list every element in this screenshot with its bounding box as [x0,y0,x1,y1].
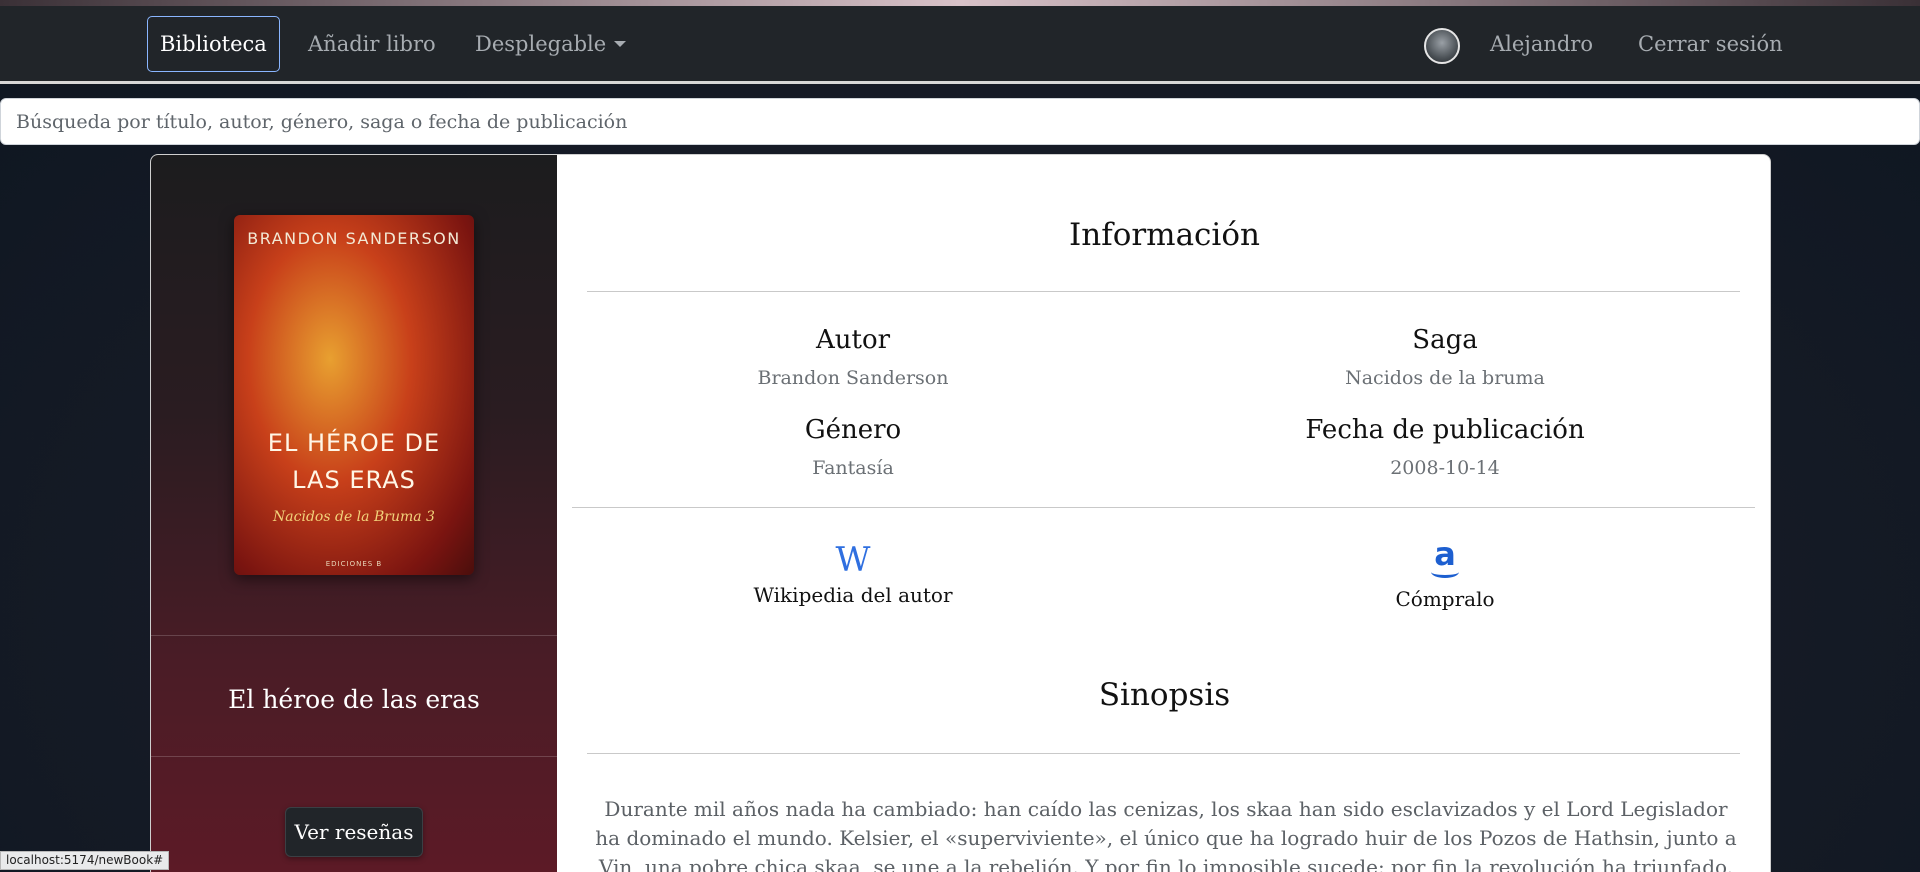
dropdown-label: Desplegable [475,32,607,56]
genre-field: Género Fantasía [557,415,1149,479]
cover-title: EL HÉROE DE LAS ERAS [234,425,474,499]
search-input[interactable] [0,98,1920,145]
saga-value: Nacidos de la bruma [1345,367,1545,389]
info-divider [587,291,1740,292]
synopsis-heading: Sinopsis [1098,677,1231,713]
cover-subtitle: Nacidos de la Bruma 3 [273,509,435,525]
saga-label: Saga [1412,325,1478,355]
top-navbar: Biblioteca Añadir libro Desplegable Alej… [0,6,1920,84]
nav-desplegable-dropdown[interactable]: Desplegable [463,16,638,72]
book-cover-image: BRANDON SANDERSON EL HÉROE DE LAS ERAS N… [234,215,474,575]
author-wikipedia-link[interactable]: W Wikipedia del autor [557,541,1149,607]
amazon-smile-icon [1431,566,1459,578]
caret-down-icon [614,41,627,47]
author-label: Autor [815,325,891,355]
links-divider [572,507,1755,508]
side-divider [151,756,557,757]
nav-biblioteca[interactable]: Biblioteca [147,16,280,72]
genre-value: Fantasía [812,457,894,479]
publication-date-value: 2008-10-14 [1390,457,1500,479]
side-divider [151,635,557,636]
info-heading: Información [1069,217,1260,253]
status-bar-url: localhost:5174/newBook# [0,851,170,870]
see-reviews-button[interactable]: Ver reseñas [285,807,423,857]
cover-publisher: EDICIONES B [325,560,383,568]
cover-author: BRANDON SANDERSON [247,229,461,248]
book-card: BRANDON SANDERSON EL HÉROE DE LAS ERAS N… [150,154,1771,872]
nav-anadir-libro[interactable]: Añadir libro [296,16,448,72]
cover-title-line1: EL HÉROE DE [267,429,441,457]
author-value: Brandon Sanderson [757,367,949,389]
synopsis-text: Durante mil años nada ha cambiado: han c… [595,797,1737,872]
synopsis-divider [587,753,1740,754]
saga-field: Saga Nacidos de la bruma [1149,325,1741,389]
publication-date-field: Fecha de publicación 2008-10-14 [1149,415,1741,479]
buy-amazon-link[interactable]: a Cómpralo [1149,535,1741,611]
wikipedia-label: Wikipedia del autor [753,583,953,607]
publication-date-label: Fecha de publicación [1305,415,1585,445]
buy-label: Cómpralo [1395,587,1495,611]
author-field: Autor Brandon Sanderson [557,325,1149,389]
cover-title-line2: LAS ERAS [292,466,416,494]
wikipedia-icon: W [835,540,871,580]
amazon-icon: a [1425,535,1465,579]
book-side-panel: BRANDON SANDERSON EL HÉROE DE LAS ERAS N… [151,155,557,872]
user-name-link[interactable]: Alejandro [1478,16,1605,72]
genre-label: Género [804,415,902,445]
book-info-panel: Información Autor Brandon Sanderson Saga… [557,155,1770,872]
logout-link[interactable]: Cerrar sesión [1626,16,1795,72]
user-avatar[interactable] [1424,28,1460,64]
book-title: El héroe de las eras [228,685,480,714]
